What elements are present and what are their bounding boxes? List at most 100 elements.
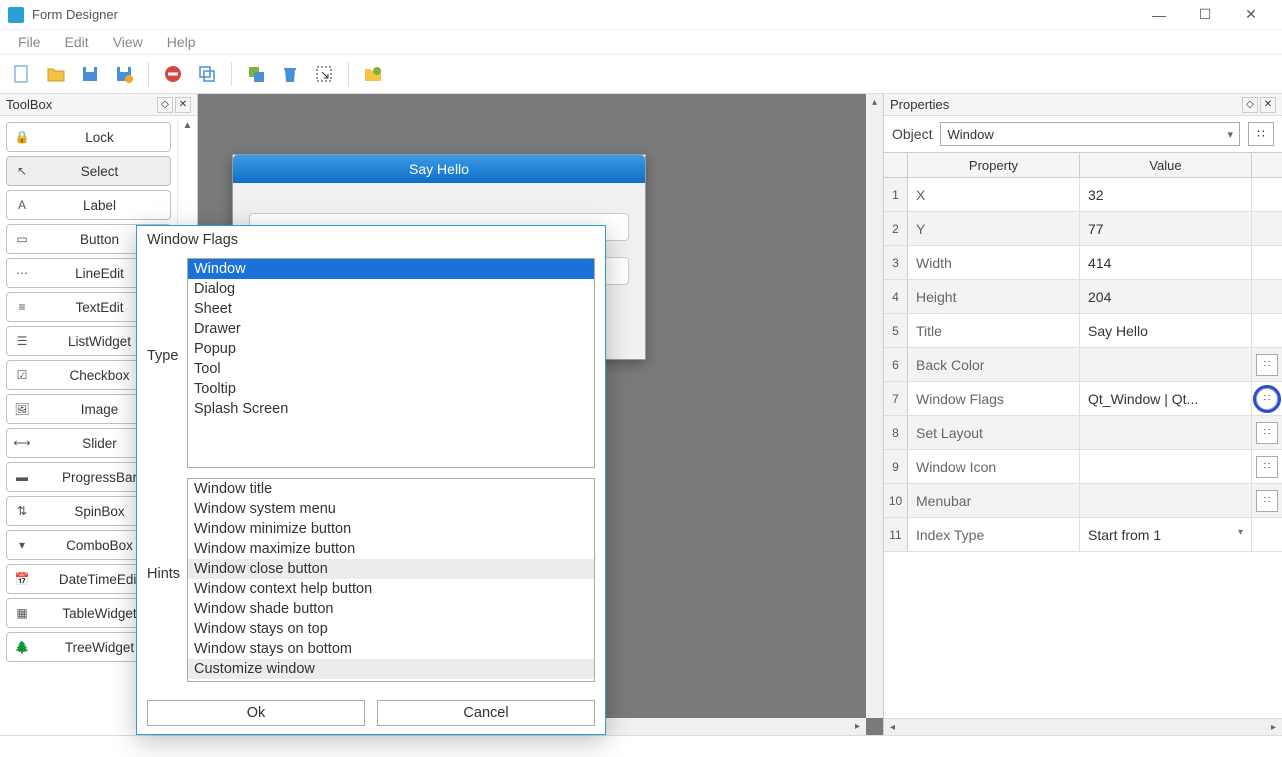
hint-option[interactable]: Window system menu — [188, 499, 594, 519]
toolbox-item-label[interactable]: ALabel — [6, 190, 171, 220]
property-value[interactable]: 77 — [1080, 212, 1252, 245]
toolbox-item-label: Lock — [35, 130, 164, 145]
property-value[interactable] — [1080, 348, 1252, 381]
properties-scrollbar-horizontal[interactable]: ◂ ▸ — [884, 718, 1282, 735]
toolbox-float-icon[interactable]: ◇ — [157, 97, 173, 113]
properties-close-icon[interactable]: ✕ — [1260, 97, 1276, 113]
property-row[interactable]: 11Index TypeStart from 1 — [884, 518, 1282, 552]
property-row[interactable]: 10Menubar∷ — [884, 484, 1282, 518]
delete-icon[interactable] — [159, 60, 187, 88]
properties-table-body: 1X322Y773Width4144Height2045TitleSay Hel… — [884, 178, 1282, 718]
new-file-icon[interactable] — [8, 60, 36, 88]
duplicate-icon[interactable] — [193, 60, 221, 88]
property-value[interactable]: Say Hello — [1080, 314, 1252, 347]
object-label: Object — [892, 126, 932, 142]
type-option[interactable]: Popup — [188, 339, 594, 359]
property-more-button[interactable]: ∷ — [1256, 422, 1278, 444]
menu-file[interactable]: File — [8, 32, 51, 52]
scroll-right-icon[interactable]: ▸ — [849, 718, 866, 735]
save-as-icon[interactable] — [110, 60, 138, 88]
property-value[interactable] — [1080, 484, 1252, 517]
open-folder-icon[interactable] — [42, 60, 70, 88]
toolbox-title: ToolBox — [6, 97, 155, 112]
property-row[interactable]: 9Window Icon∷ — [884, 450, 1282, 484]
property-row[interactable]: 8Set Layout∷ — [884, 416, 1282, 450]
hints-label: Hints — [147, 478, 187, 582]
type-option[interactable]: Tool — [188, 359, 594, 379]
label-icon: A — [13, 197, 31, 213]
property-more-button[interactable]: ∷ — [1256, 456, 1278, 478]
type-option[interactable]: Tooltip — [188, 379, 594, 399]
canvas-scrollbar-vertical[interactable]: ▴ — [866, 94, 883, 718]
hint-option[interactable]: Window minimize button — [188, 519, 594, 539]
hint-option[interactable]: Window stays on top — [188, 619, 594, 639]
property-value[interactable]: Qt_Window | Qt... — [1080, 382, 1252, 415]
window-titlebar: Form Designer — ☐ ✕ — [0, 0, 1282, 30]
property-value[interactable] — [1080, 416, 1252, 449]
property-row-index: 1 — [884, 178, 908, 211]
type-option[interactable]: Splash Screen — [188, 399, 594, 419]
scroll-left-icon[interactable]: ◂ — [884, 719, 901, 735]
property-more-button[interactable]: ∷ — [1256, 354, 1278, 376]
hint-option[interactable]: Window title — [188, 479, 594, 499]
toolbox-close-icon[interactable]: ✕ — [175, 97, 191, 113]
select-all-icon[interactable] — [310, 60, 338, 88]
property-row[interactable]: 2Y77 — [884, 212, 1282, 246]
property-row[interactable]: 1X32 — [884, 178, 1282, 212]
object-select[interactable]: Window — [940, 122, 1240, 146]
property-more-button[interactable]: ∷ — [1256, 388, 1278, 410]
type-option[interactable]: Window — [188, 259, 594, 279]
toolbar-separator — [348, 62, 349, 86]
property-value[interactable]: 414 — [1080, 246, 1252, 279]
cancel-button[interactable]: Cancel — [377, 700, 595, 726]
property-more-button[interactable]: ∷ — [1256, 490, 1278, 512]
minimize-button[interactable]: — — [1136, 0, 1182, 30]
properties-float-icon[interactable]: ◇ — [1242, 97, 1258, 113]
property-value[interactable]: 204 — [1080, 280, 1252, 313]
textedit-icon: ≡ — [13, 299, 31, 315]
property-row-index: 3 — [884, 246, 908, 279]
scroll-up-icon[interactable]: ▴ — [866, 94, 883, 111]
menu-help[interactable]: Help — [157, 32, 206, 52]
property-row[interactable]: 7Window FlagsQt_Window | Qt...∷ — [884, 382, 1282, 416]
menu-edit[interactable]: Edit — [55, 32, 99, 52]
hint-option[interactable]: Window shade button — [188, 599, 594, 619]
type-option[interactable]: Sheet — [188, 299, 594, 319]
hint-option[interactable]: Window close button — [188, 559, 594, 579]
close-button[interactable]: ✕ — [1228, 0, 1274, 30]
hint-option[interactable]: Window context help button — [188, 579, 594, 599]
type-option[interactable]: Dialog — [188, 279, 594, 299]
save-icon[interactable] — [76, 60, 104, 88]
type-option[interactable]: Drawer — [188, 319, 594, 339]
hint-option[interactable]: Window stays on bottom — [188, 639, 594, 659]
property-name: Window Flags — [908, 382, 1080, 415]
property-value[interactable]: 32 — [1080, 178, 1252, 211]
scroll-right-icon[interactable]: ▸ — [1265, 719, 1282, 735]
open-project-icon[interactable] — [359, 60, 387, 88]
hints-list[interactable]: Window titleWindow system menuWindow min… — [187, 478, 595, 682]
toolbox-item-lock[interactable]: 🔒Lock — [6, 122, 171, 152]
column-property: Property — [908, 153, 1080, 177]
property-row[interactable]: 3Width414 — [884, 246, 1282, 280]
menu-view[interactable]: View — [103, 32, 153, 52]
hint-option[interactable]: Customize window — [188, 659, 594, 679]
type-field: Type WindowDialogSheetDrawerPopupToolToo… — [147, 258, 595, 468]
property-row[interactable]: 4Height204 — [884, 280, 1282, 314]
maximize-button[interactable]: ☐ — [1182, 0, 1228, 30]
property-row[interactable]: 5TitleSay Hello — [884, 314, 1282, 348]
image-icon: 🖼 — [13, 401, 31, 417]
status-bar — [0, 735, 1282, 757]
scroll-up-icon[interactable]: ▲ — [178, 116, 197, 134]
hint-option[interactable]: Window maximize button — [188, 539, 594, 559]
toolbox-item-select[interactable]: ↖Select — [6, 156, 171, 186]
property-name: Index Type — [908, 518, 1080, 551]
ok-button[interactable]: Ok — [147, 700, 365, 726]
property-value[interactable]: Start from 1 — [1080, 518, 1252, 551]
object-more-button[interactable]: ∷ — [1248, 122, 1274, 146]
trash-icon[interactable] — [276, 60, 304, 88]
property-row-index: 5 — [884, 314, 908, 347]
property-row[interactable]: 6Back Color∷ — [884, 348, 1282, 382]
send-back-icon[interactable] — [242, 60, 270, 88]
property-value[interactable] — [1080, 450, 1252, 483]
type-list[interactable]: WindowDialogSheetDrawerPopupToolTooltipS… — [187, 258, 595, 468]
